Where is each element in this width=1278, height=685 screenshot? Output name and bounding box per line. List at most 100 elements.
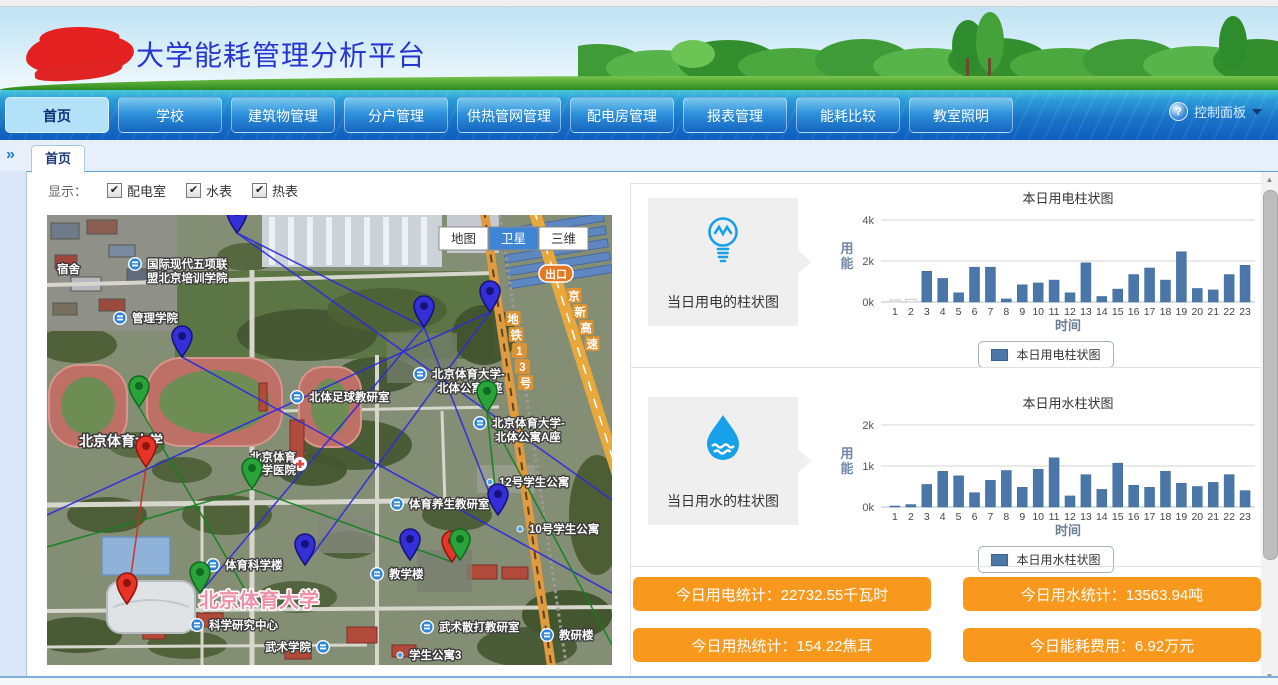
collapse-sidebar-icon[interactable]: » xyxy=(6,146,15,164)
legend-toggle[interactable]: 本日用电柱状图 xyxy=(978,341,1113,368)
stat-button-3[interactable]: 今日能耗费用：6.92万元 xyxy=(963,628,1261,662)
nav-tab-学校[interactable]: 学校 xyxy=(118,97,222,133)
bar-hour-8[interactable] xyxy=(1001,471,1011,507)
bar-hour-9[interactable] xyxy=(1017,487,1027,507)
bar-hour-10[interactable] xyxy=(1033,283,1043,302)
page-bottom-pad xyxy=(0,678,1278,685)
bar-hour-12[interactable] xyxy=(1065,496,1075,507)
svg-text:11: 11 xyxy=(1049,306,1060,318)
nav-tab-报表管理[interactable]: 报表管理 xyxy=(683,97,787,133)
stat-button-1[interactable]: 今日用水统计：13563.94吨 xyxy=(963,577,1261,611)
stat-button-2[interactable]: 今日用热统计：154.22焦耳 xyxy=(633,628,931,662)
map-type-地图[interactable]: 地图 xyxy=(439,227,488,250)
water-chart-plot[interactable]: 本日用水柱状图用能0k1k2k1234567891011121314151617… xyxy=(831,393,1261,539)
bar-hour-2[interactable] xyxy=(906,505,916,507)
bar-hour-17[interactable] xyxy=(1145,487,1155,507)
nav-tab-配电房管理[interactable]: 配电房管理 xyxy=(570,97,674,133)
bar-hour-4[interactable] xyxy=(938,471,948,507)
map-label: 盟北京培训学院 xyxy=(147,271,228,285)
map-type-卫星[interactable]: 卫星 xyxy=(489,227,538,250)
scrollbar-thumb[interactable] xyxy=(1263,190,1278,560)
bar-hour-16[interactable] xyxy=(1129,485,1139,507)
bar-hour-6[interactable] xyxy=(970,267,980,302)
bar-hour-19[interactable] xyxy=(1176,252,1186,302)
filter-checkbox-热表[interactable]: ✔热表 xyxy=(252,181,298,200)
bar-hour-7[interactable] xyxy=(985,267,995,302)
filter-checkbox-水表[interactable]: ✔ 水表 xyxy=(186,181,232,200)
svg-text:北体公寓A座: 北体公寓A座 xyxy=(495,430,561,444)
bar-hour-20[interactable] xyxy=(1192,487,1202,508)
bar-hour-5[interactable] xyxy=(954,293,964,302)
bar-hour-20[interactable] xyxy=(1192,288,1202,302)
svg-text:14: 14 xyxy=(1096,511,1108,523)
svg-text:16: 16 xyxy=(1128,511,1140,523)
bar-hour-9[interactable] xyxy=(1017,285,1027,302)
bar-hour-13[interactable] xyxy=(1081,475,1091,507)
vertical-scrollbar[interactable]: ▲ ▼ xyxy=(1261,172,1278,685)
svg-text:17: 17 xyxy=(1144,306,1156,318)
bar-hour-21[interactable] xyxy=(1208,290,1218,302)
bar-hour-3[interactable] xyxy=(922,484,932,507)
bar-hour-1[interactable] xyxy=(890,300,900,302)
nav-tab-教室照明[interactable]: 教室照明 xyxy=(909,97,1013,133)
map-type-三维[interactable]: 三维 xyxy=(539,227,588,250)
bulb-summary-card[interactable]: 当日用电的柱状图 xyxy=(648,198,798,326)
nav-tab-能耗比较[interactable]: 能耗比较 xyxy=(796,97,900,133)
bar-hour-22[interactable] xyxy=(1224,275,1234,302)
bar-hour-16[interactable] xyxy=(1129,275,1139,302)
bar-hour-17[interactable] xyxy=(1145,268,1155,302)
map-label: 宿舍 xyxy=(57,262,80,276)
bar-hour-11[interactable] xyxy=(1049,280,1059,302)
checkbox-icon[interactable]: ✔ xyxy=(252,183,267,198)
bar-hour-4[interactable] xyxy=(938,278,948,302)
bar-hour-6[interactable] xyxy=(970,493,980,507)
campus-map[interactable]: 出口地铁13号京新高速宿舍国际现代五项联盟北京培训学院管理学院北体足球教研室北京… xyxy=(47,215,612,665)
stat-button-0[interactable]: 今日用电统计：22732.55千瓦时 xyxy=(633,577,931,611)
chart-legend: 本日用水柱状图 xyxy=(831,546,1261,573)
bar-hour-18[interactable] xyxy=(1160,280,1170,302)
bar-hour-1[interactable] xyxy=(890,506,900,507)
svg-text:22: 22 xyxy=(1223,511,1235,523)
bar-hour-12[interactable] xyxy=(1065,293,1075,302)
help-icon[interactable]: ? xyxy=(1169,102,1188,121)
bar-hour-15[interactable] xyxy=(1113,289,1123,302)
filter-checkbox-配电室[interactable]: ✔配电室 xyxy=(107,181,166,200)
bar-hour-18[interactable] xyxy=(1160,471,1170,507)
filter-label: 水表 xyxy=(206,181,232,200)
nav-tab-建筑物管理[interactable]: 建筑物管理 xyxy=(231,97,335,133)
checkbox-icon[interactable]: ✔ xyxy=(186,183,201,198)
bar-hour-23[interactable] xyxy=(1240,265,1250,302)
map-poi-icon xyxy=(190,618,204,632)
scroll-up-icon[interactable]: ▲ xyxy=(1261,172,1278,188)
water-drop-summary-card[interactable]: 当日用水的柱状图 xyxy=(648,397,798,525)
svg-text:11: 11 xyxy=(1049,511,1060,523)
svg-text:12: 12 xyxy=(1064,306,1076,318)
bar-hour-7[interactable] xyxy=(985,480,995,507)
bar-hour-8[interactable] xyxy=(1001,299,1011,302)
map-label: 武术学院 xyxy=(265,640,330,654)
control-panel-menu[interactable]: ? 控制面板 xyxy=(1169,102,1262,121)
bar-hour-14[interactable] xyxy=(1097,489,1107,507)
bar-hour-2[interactable] xyxy=(906,299,916,302)
checkbox-icon[interactable]: ✔ xyxy=(107,183,122,198)
electricity-chart-plot[interactable]: 本日用电柱状图用能0k2k4k1234567891011121314151617… xyxy=(831,188,1261,334)
bar-hour-13[interactable] xyxy=(1081,263,1091,302)
bar-hour-21[interactable] xyxy=(1208,482,1218,507)
bar-hour-10[interactable] xyxy=(1033,469,1043,507)
svg-text:0k: 0k xyxy=(862,297,874,309)
bar-hour-3[interactable] xyxy=(922,271,932,302)
bar-hour-22[interactable] xyxy=(1224,475,1234,507)
svg-text:体育养生教研室: 体育养生教研室 xyxy=(409,497,490,511)
bar-hour-19[interactable] xyxy=(1176,483,1186,507)
bar-hour-15[interactable] xyxy=(1113,463,1123,507)
bar-hour-5[interactable] xyxy=(954,476,964,507)
nav-tab-首页[interactable]: 首页 xyxy=(5,97,109,133)
tab-home[interactable]: 首页 xyxy=(31,145,85,173)
legend-toggle[interactable]: 本日用水柱状图 xyxy=(978,546,1113,573)
bar-hour-14[interactable] xyxy=(1097,296,1107,302)
bar-hour-23[interactable] xyxy=(1240,491,1250,507)
nav-tab-供热管网管理[interactable]: 供热管网管理 xyxy=(457,97,561,133)
bar-hour-11[interactable] xyxy=(1049,458,1059,507)
nav-tab-分户管理[interactable]: 分户管理 xyxy=(344,97,448,133)
svg-text:速: 速 xyxy=(586,337,598,351)
